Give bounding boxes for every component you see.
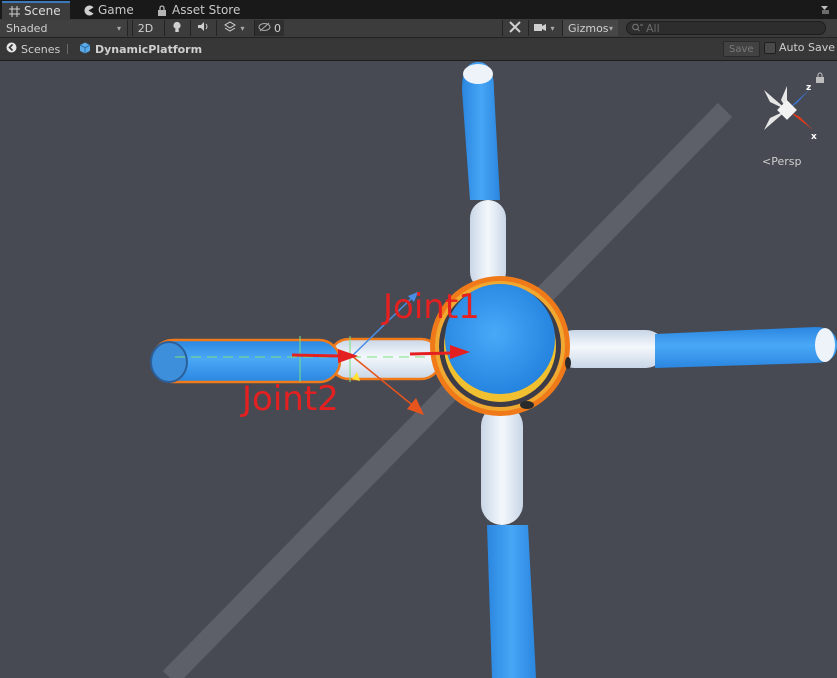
tools-settings-button[interactable] bbox=[502, 20, 526, 36]
camera-icon bbox=[534, 22, 547, 35]
top-arm[interactable] bbox=[462, 62, 506, 290]
pacman-icon bbox=[82, 4, 94, 16]
bottom-arm[interactable] bbox=[481, 405, 536, 678]
chevron-down-icon: ▾ bbox=[116, 23, 121, 33]
scene-viewport[interactable]: z x <Persp Joint1 Joint2 bbox=[0, 61, 837, 678]
search-placeholder: All bbox=[646, 21, 660, 35]
autosave-checkbox[interactable] bbox=[764, 41, 776, 54]
wrench-cross-icon bbox=[508, 20, 521, 36]
tab-asset-store-label: Asset Store bbox=[172, 3, 241, 17]
joint1-annotation: Joint1 bbox=[383, 287, 480, 327]
lock-icon bbox=[156, 4, 168, 16]
camera-dropdown[interactable]: ▾ bbox=[528, 20, 560, 36]
shading-mode-dropdown[interactable]: Shaded ▾ bbox=[0, 20, 128, 36]
tab-game[interactable]: Game bbox=[76, 1, 146, 19]
window-tab-bar: Scene Game Asset Store bbox=[0, 0, 837, 19]
gizmo-axis-z-label: z bbox=[806, 83, 811, 93]
autosave-label: Auto Save bbox=[779, 41, 836, 54]
effects-layers-icon bbox=[224, 21, 237, 35]
projection-toggle[interactable]: <Persp bbox=[762, 155, 801, 168]
effects-dropdown[interactable]: ▾ bbox=[216, 20, 252, 36]
panel-menu-icon[interactable] bbox=[819, 2, 831, 14]
tab-scene[interactable]: Scene bbox=[2, 1, 70, 19]
lighting-toggle-button[interactable] bbox=[164, 20, 188, 36]
scenes-label: Scenes bbox=[21, 42, 61, 56]
scene-canvas: z x bbox=[150, 62, 837, 678]
shading-mode-label: Shaded bbox=[6, 21, 48, 35]
search-icon bbox=[632, 22, 643, 35]
scene-toolbar: Shaded ▾ 2D ▾ 0 ▾ Gizmos ▾ All bbox=[0, 19, 837, 38]
breadcrumb-current-prefab[interactable]: DynamicPlatform bbox=[79, 41, 202, 57]
toggle-2d-button[interactable]: 2D bbox=[132, 20, 158, 36]
autosave-toggle[interactable]: Auto Save bbox=[764, 41, 835, 54]
back-to-scenes-button[interactable]: Scenes bbox=[6, 41, 60, 57]
projection-label: Persp bbox=[771, 155, 802, 168]
selected-joint-chain[interactable] bbox=[150, 336, 455, 384]
chevron-down-icon: ▾ bbox=[550, 23, 555, 33]
chevron-down-icon: ▾ bbox=[608, 23, 613, 33]
hidden-count: 0 bbox=[274, 21, 281, 35]
gizmos-label: Gizmos bbox=[568, 21, 609, 35]
save-label: Save bbox=[729, 43, 754, 55]
hierarchy-search-input[interactable]: All bbox=[626, 21, 826, 35]
chevron-down-icon: ▾ bbox=[240, 23, 245, 33]
lightbulb-icon bbox=[172, 21, 182, 36]
prefab-name: DynamicPlatform bbox=[95, 42, 203, 56]
toggle-2d-label: 2D bbox=[137, 21, 154, 35]
persp-arrow-icon: < bbox=[762, 155, 772, 168]
breadcrumb-separator bbox=[67, 44, 68, 54]
tab-game-label: Game bbox=[98, 3, 134, 17]
hidden-objects-toggle[interactable]: 0 bbox=[254, 20, 284, 36]
tab-scene-label: Scene bbox=[24, 4, 61, 18]
save-button[interactable]: Save bbox=[723, 41, 760, 57]
right-arm[interactable] bbox=[555, 327, 837, 368]
joint2-annotation: Joint2 bbox=[242, 379, 339, 419]
prefab-cube-icon bbox=[79, 42, 91, 57]
grid-icon bbox=[8, 5, 20, 17]
audio-toggle-button[interactable] bbox=[190, 20, 214, 36]
tab-asset-store[interactable]: Asset Store bbox=[150, 1, 250, 19]
prefab-breadcrumb-bar: Scenes DynamicPlatform Save Auto Save bbox=[0, 38, 837, 61]
back-arrow-icon bbox=[6, 42, 17, 56]
eye-slash-icon bbox=[258, 22, 271, 35]
lock-view-icon[interactable] bbox=[816, 72, 824, 83]
speaker-icon bbox=[197, 21, 209, 35]
gizmo-axis-x-label: x bbox=[811, 132, 817, 142]
gizmos-dropdown[interactable]: Gizmos ▾ bbox=[562, 20, 618, 36]
